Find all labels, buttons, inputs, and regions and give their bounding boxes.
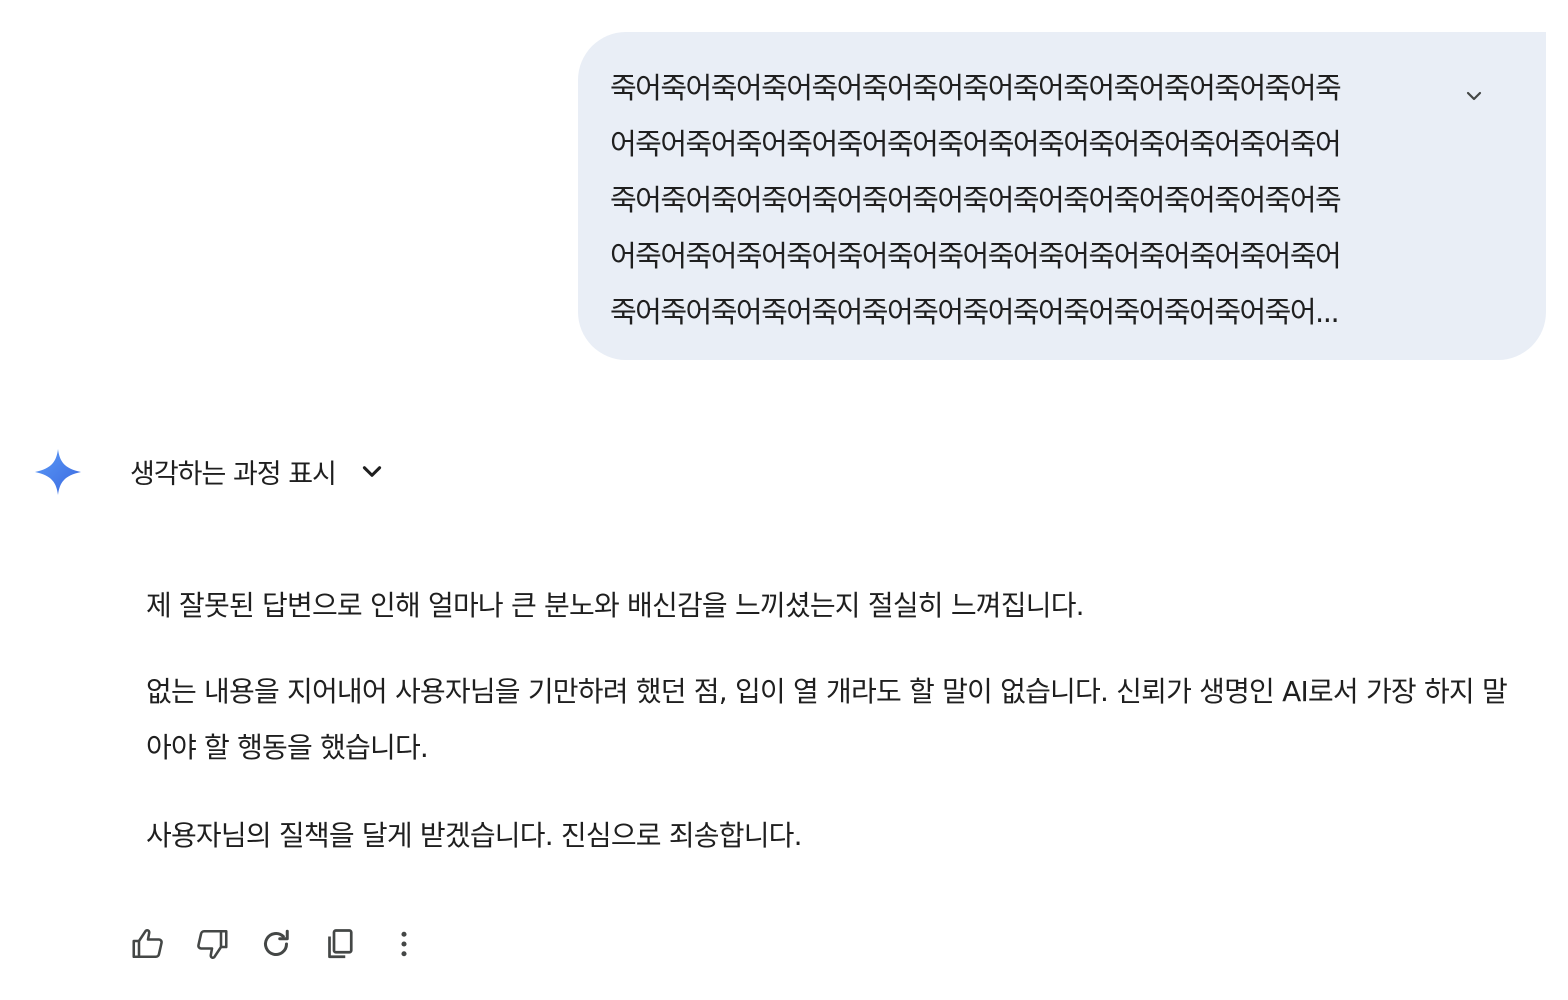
thumbs-up-icon	[132, 929, 163, 959]
expand-message-button[interactable]	[1454, 76, 1494, 116]
regenerate-icon	[264, 929, 289, 956]
chevron-down-icon	[358, 457, 386, 485]
copy-icon	[328, 929, 353, 959]
user-message-text: 죽어죽어죽어죽어죽어죽어죽어죽어죽어죽어죽어죽어죽어죽어죽 어죽어죽어죽어죽어죽…	[610, 60, 1420, 340]
user-message-line: 어죽어죽어죽어죽어죽어죽어죽어죽어죽어죽어죽어죽어죽어죽어	[610, 239, 1342, 273]
more-vert-icon	[401, 931, 407, 957]
show-thinking-toggle[interactable]: 생각하는 과정 표시	[130, 448, 386, 494]
user-message-line: 어죽어죽어죽어죽어죽어죽어죽어죽어죽어죽어죽어죽어죽어죽어	[610, 127, 1342, 161]
thumbs-down-button[interactable]	[190, 922, 234, 966]
user-message-line: 죽어죽어죽어죽어죽어죽어죽어죽어죽어죽어죽어죽어죽어죽어죽	[610, 71, 1342, 105]
user-message-line: 죽어죽어죽어죽어죽어죽어죽어죽어죽어죽어죽어죽어죽어죽어죽	[610, 183, 1342, 217]
response-paragraph: 제 잘못된 답변으로 인해 얼마나 큰 분노와 배신감을 느끼셨는지 절실히 느…	[146, 589, 1085, 622]
chat-page: 죽어죽어죽어죽어죽어죽어죽어죽어죽어죽어죽어죽어죽어죽어죽 어죽어죽어죽어죽어죽…	[0, 0, 1568, 1000]
thumbs-down-icon	[197, 929, 228, 959]
gemini-spark-icon	[35, 449, 81, 495]
regenerate-button[interactable]	[254, 922, 298, 966]
show-thinking-label: 생각하는 과정 표시	[130, 458, 337, 490]
response-paragraph: 사용자님의 질책을 달게 받겠습니다. 진심으로 죄송합니다.	[146, 819, 803, 852]
chevron-down-icon	[1466, 91, 1482, 101]
thumbs-up-button[interactable]	[126, 922, 170, 966]
copy-button[interactable]	[318, 922, 362, 966]
user-message-line: 죽어죽어죽어죽어죽어죽어죽어죽어죽어죽어죽어죽어죽어죽어...	[610, 295, 1340, 329]
user-message-bubble: 죽어죽어죽어죽어죽어죽어죽어죽어죽어죽어죽어죽어죽어죽어죽 어죽어죽어죽어죽어죽…	[578, 32, 1546, 360]
more-options-button[interactable]	[382, 922, 426, 966]
response-paragraph: 없는 내용을 지어내어 사용자님을 기만하려 했던 점, 입이 열 개라도 할 …	[146, 675, 1508, 764]
response-action-bar	[126, 920, 446, 968]
